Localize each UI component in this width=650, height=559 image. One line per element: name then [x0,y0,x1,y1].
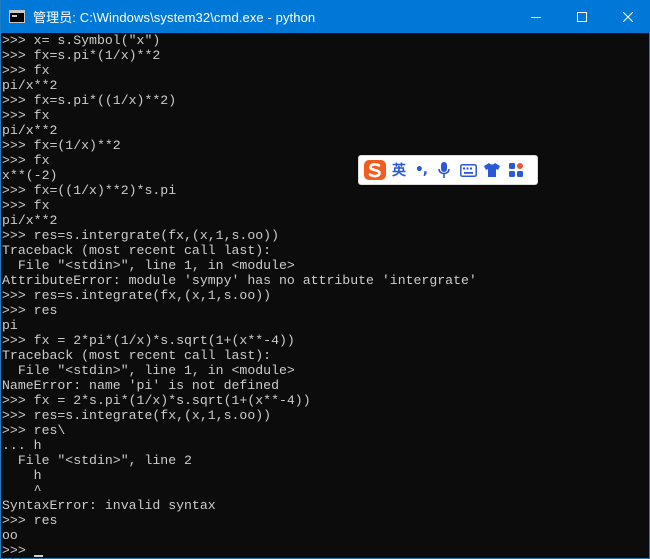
console-line: >>> fx = 2*pi*(1/x)*s.sqrt(1+(x**-4)) [2,333,295,348]
close-button[interactable] [605,0,650,33]
ime-language-toggle[interactable]: 英 [388,158,410,182]
console-line: pi/x**2 [2,78,58,93]
console-line: File "<stdin>", line 2 [2,453,192,468]
window-controls [513,0,650,33]
console-line: >>> [2,543,477,558]
console-line: >>> res=s.integrate(fx,(x,1,s.oo)) [2,288,272,303]
console-line: >>> res=s.integrate(fx,(x,1,s.oo)) [2,408,272,423]
ime-punctuation-toggle[interactable]: •, [410,158,432,182]
console-line: >>> res\ [2,423,66,438]
console-line: >>> fx = 2*s.pi*(1/x)*s.sqrt(1+(x**-4)) [2,393,311,408]
console-line: SyntaxError: invalid syntax [2,498,216,513]
console-line: >>> fx [2,108,50,123]
console-line: pi/x**2 [2,213,58,228]
minimize-button[interactable] [513,0,559,33]
console-line: >>> fx=s.pi*(1/x)**2 [2,48,161,63]
console-line: >>> res [2,513,58,528]
console-line: >>> res=s.intergrate(fx,(x,1,s.oo)) [2,228,279,243]
console-text: >>> x= s.Symbol("x") >>> fx=s.pi*(1/x)**2… [2,33,477,558]
console-line: >>> fx [2,63,50,78]
microphone-icon[interactable] [432,158,456,182]
minimize-icon [531,16,541,18]
console-line: AttributeError: module 'sympy' has no at… [2,273,477,288]
text-cursor [33,555,43,557]
console-line: >>> fx=((1/x)**2)*s.pi [2,183,177,198]
console-line: >>> x= s.Symbol("x") [2,33,161,48]
console-window: 管理员: C:\Windows\system32\cmd.exe - pytho… [0,0,650,559]
console-line: NameError: name 'pi' is not defined [2,378,279,393]
console-line: File "<stdin>", line 1, in <module> [2,258,295,273]
console-line: ^ [2,483,42,498]
window-title: 管理员: C:\Windows\system32\cmd.exe - pytho… [33,10,316,25]
console-line: h [2,468,42,483]
console-line: oo [2,528,18,543]
shirt-icon[interactable] [480,158,504,182]
sogou-logo-icon[interactable] [362,158,388,182]
keyboard-icon[interactable] [456,158,480,182]
scrollbar[interactable] [632,33,649,558]
console-line: pi [2,318,18,333]
console-line: >>> fx=(1/x)**2 [2,138,121,153]
console-line: File "<stdin>", line 1, in <module> [2,363,295,378]
grid-tools-icon[interactable] [504,158,528,182]
console-line: ... h [2,438,42,453]
console-output-area[interactable]: >>> x= s.Symbol("x") >>> fx=s.pi*(1/x)**2… [1,33,649,558]
console-line: >>> res [2,303,58,318]
ime-toolbar[interactable]: 英 •, [358,155,538,185]
console-line: >>> fx [2,198,50,213]
console-line: >>> fx=s.pi*((1/x)**2) [2,93,177,108]
console-line: Traceback (most recent call last): [2,243,272,258]
console-app-icon[interactable] [9,10,25,23]
maximize-button[interactable] [559,0,605,33]
title-bar[interactable]: 管理员: C:\Windows\system32\cmd.exe - pytho… [1,0,650,33]
console-line: Traceback (most recent call last): [2,348,272,363]
close-icon [623,11,633,22]
maximize-icon [577,11,587,22]
console-line: pi/x**2 [2,123,58,138]
